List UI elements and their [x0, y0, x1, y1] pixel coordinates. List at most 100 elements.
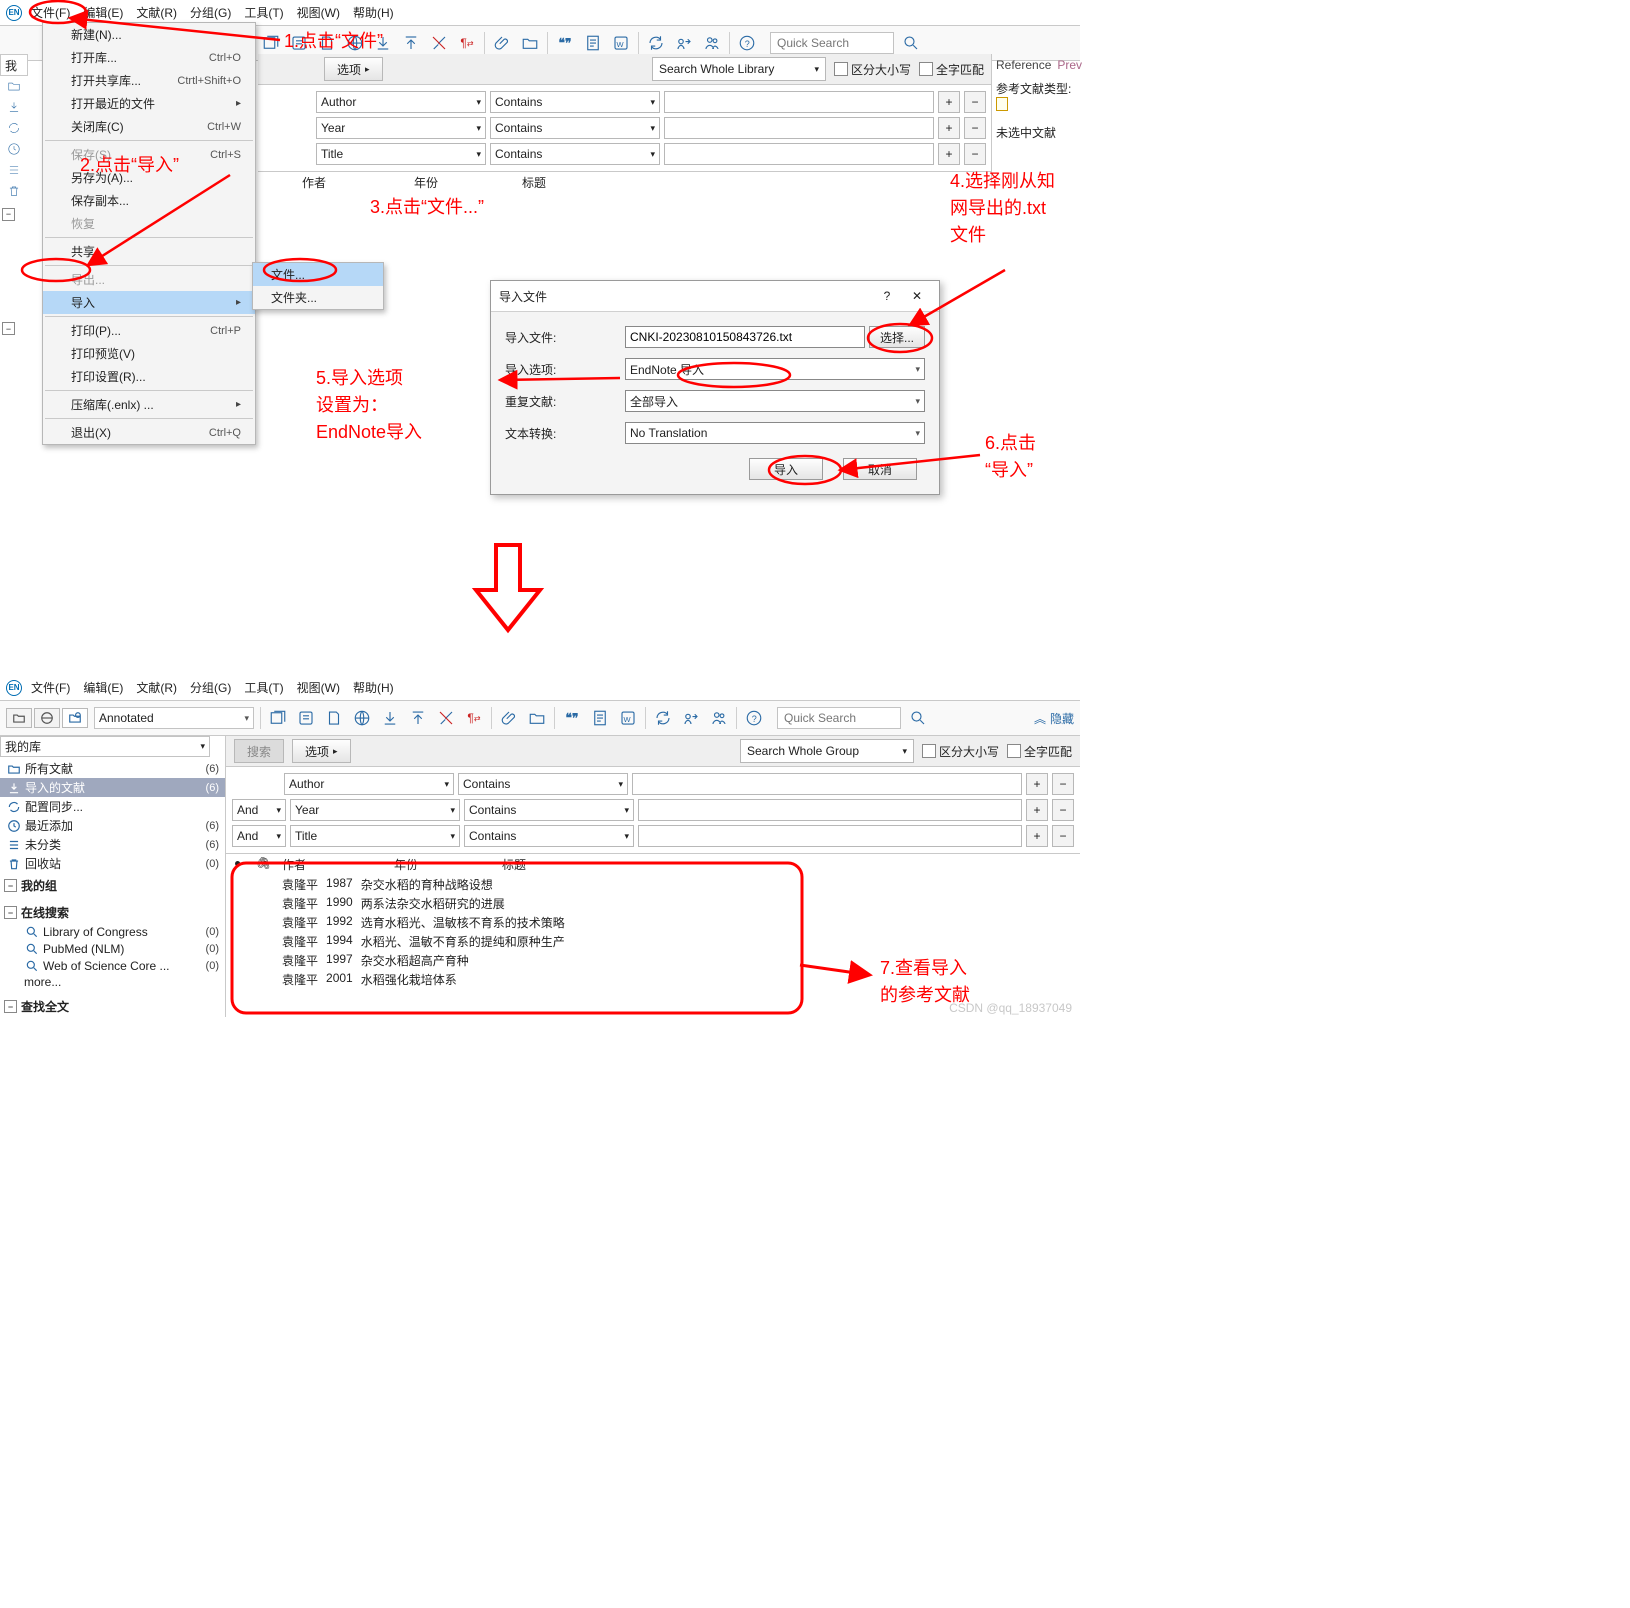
tb-icon[interactable]: ¶⇄	[456, 32, 478, 54]
menu-saveas[interactable]: 另存为(A)...	[43, 166, 255, 189]
add-row-button[interactable]: +	[1026, 773, 1048, 795]
tb-icon[interactable]	[407, 707, 429, 729]
trash-icon[interactable]	[7, 183, 22, 198]
sync-icon[interactable]	[645, 32, 667, 54]
menu-file[interactable]: 文件(F)	[25, 2, 76, 23]
menu-group[interactable]: 分组(G)	[184, 677, 237, 698]
remove-row-button[interactable]: −	[1052, 825, 1074, 847]
field-select[interactable]: Author▾	[316, 91, 486, 113]
and-select[interactable]: And▾	[232, 799, 286, 821]
sidebar-item[interactable]: 所有文献(6)	[0, 759, 225, 778]
col-year[interactable]: 年份	[394, 856, 494, 873]
add-row-button[interactable]: +	[1026, 799, 1048, 821]
text-translation-select[interactable]: No Translation▾	[625, 422, 925, 444]
col-year[interactable]: 年份	[414, 174, 514, 191]
remove-row-button[interactable]: −	[964, 91, 986, 113]
menu-savecopy[interactable]: 保存副本...	[43, 189, 255, 212]
help-icon[interactable]: ?	[736, 32, 758, 54]
tb-icon[interactable]	[372, 32, 394, 54]
op-select[interactable]: Contains▾	[464, 825, 634, 847]
help-icon[interactable]: ?	[743, 707, 765, 729]
folder-icon[interactable]	[519, 32, 541, 54]
menu-help[interactable]: 帮助(H)	[347, 677, 400, 698]
sidebar-online-item[interactable]: PubMed (NLM)(0)	[18, 940, 225, 957]
record-row[interactable]: 袁隆平1987杂交水稻的育种战略设想	[226, 875, 1080, 894]
import-button[interactable]: 导入	[749, 458, 823, 480]
menu-window[interactable]: 视图(W)	[291, 677, 346, 698]
match-word-checkbox[interactable]: 全字匹配	[919, 61, 984, 78]
group-mygroups[interactable]: −我的组	[0, 875, 225, 896]
quote-icon[interactable]: ❝❞	[561, 707, 583, 729]
sidebar-item[interactable]: 最近添加(6)	[0, 816, 225, 835]
menu-close[interactable]: 关闭库(C)Ctrl+W	[43, 115, 255, 138]
menu-exit[interactable]: 退出(X)Ctrl+Q	[43, 421, 255, 444]
options-button[interactable]: 选项▸	[292, 739, 351, 763]
users-icon[interactable]	[708, 707, 730, 729]
menu-page-setup[interactable]: 打印设置(R)...	[43, 365, 255, 388]
record-row[interactable]: 袁隆平1997杂交水稻超高产育种	[226, 951, 1080, 970]
search-go-icon[interactable]	[900, 32, 922, 54]
choose-file-button[interactable]: 选择...	[869, 326, 925, 348]
col-title[interactable]: 标题	[522, 174, 546, 191]
group-online[interactable]: −在线搜索	[0, 902, 225, 923]
share-icon[interactable]	[680, 707, 702, 729]
menu-refs[interactable]: 文献(R)	[130, 2, 183, 23]
op-select[interactable]: Contains▾	[490, 91, 660, 113]
search-go-icon[interactable]	[907, 707, 929, 729]
op-select[interactable]: Contains▾	[490, 143, 660, 165]
col-title[interactable]: 标题	[502, 856, 526, 873]
search-scope-select[interactable]: Search Whole Group▾	[740, 739, 914, 763]
value-input[interactable]	[632, 773, 1022, 795]
globe-icon[interactable]	[344, 32, 366, 54]
match-case-checkbox[interactable]: 区分大小写	[922, 743, 999, 760]
add-row-button[interactable]: +	[938, 91, 960, 113]
match-word-checkbox[interactable]: 全字匹配	[1007, 743, 1072, 760]
menu-group[interactable]: 分组(G)	[184, 2, 237, 23]
sync-icon[interactable]	[652, 707, 674, 729]
record-row[interactable]: 袁隆平1990两系法杂交水稻研究的进展	[226, 894, 1080, 913]
list-icon[interactable]	[7, 162, 22, 177]
dialog-close-button[interactable]: ✕	[903, 286, 931, 306]
field-select[interactable]: Year▾	[290, 799, 460, 821]
sidebar-item[interactable]: 回收站(0)	[0, 854, 225, 873]
remove-row-button[interactable]: −	[964, 117, 986, 139]
tab-reference[interactable]: Reference	[996, 58, 1051, 72]
op-select[interactable]: Contains▾	[490, 117, 660, 139]
submenu-file[interactable]: 文件...	[253, 263, 383, 286]
remove-row-button[interactable]: −	[1052, 799, 1074, 821]
tb-icon[interactable]	[428, 32, 450, 54]
record-row[interactable]: 袁隆平1994水稻光、温敏不育系的提纯和原种生产	[226, 932, 1080, 951]
tb-icon[interactable]: ¶⇄	[463, 707, 485, 729]
add-row-button[interactable]: +	[938, 117, 960, 139]
import-file-input[interactable]	[625, 326, 865, 348]
word-icon[interactable]: W	[617, 707, 639, 729]
cancel-button[interactable]: 取消	[843, 458, 917, 480]
match-case-checkbox[interactable]: 区分大小写	[834, 61, 911, 78]
menu-tools[interactable]: 工具(T)	[238, 677, 289, 698]
menu-print-preview[interactable]: 打印预览(V)	[43, 342, 255, 365]
word-icon[interactable]: W	[610, 32, 632, 54]
sidebar-item[interactable]: 未分类(6)	[0, 835, 225, 854]
hide-search-link[interactable]: ︽隐藏	[1034, 710, 1074, 727]
attach-icon[interactable]	[498, 707, 520, 729]
col-author[interactable]: 作者	[302, 174, 406, 191]
tab-preview[interactable]: Prev	[1057, 58, 1082, 72]
value-input[interactable]	[638, 799, 1022, 821]
import-option-select[interactable]: EndNote 导入▾	[625, 358, 925, 380]
menu-edit[interactable]: 编辑(E)	[77, 677, 129, 698]
add-row-button[interactable]: +	[1026, 825, 1048, 847]
field-select[interactable]: Title▾	[316, 143, 486, 165]
field-select[interactable]: Year▾	[316, 117, 486, 139]
quick-search-input[interactable]: Quick Search	[770, 32, 894, 54]
group-findft[interactable]: −查找全文	[0, 996, 225, 1017]
duplicate-select[interactable]: 全部导入▾	[625, 390, 925, 412]
tree-collapse-icon[interactable]: −	[2, 208, 15, 221]
menu-edit[interactable]: 编辑(E)	[77, 2, 129, 23]
doc-icon[interactable]	[582, 32, 604, 54]
options-button[interactable]: 选项▸	[324, 57, 383, 81]
menu-open-shared[interactable]: 打开共享库...Ctrtl+Shift+O	[43, 69, 255, 92]
attach-icon[interactable]	[491, 32, 513, 54]
menu-refs[interactable]: 文献(R)	[130, 677, 183, 698]
and-select[interactable]: And▾	[232, 825, 286, 847]
style-select[interactable]: Annotated▾	[94, 707, 254, 729]
